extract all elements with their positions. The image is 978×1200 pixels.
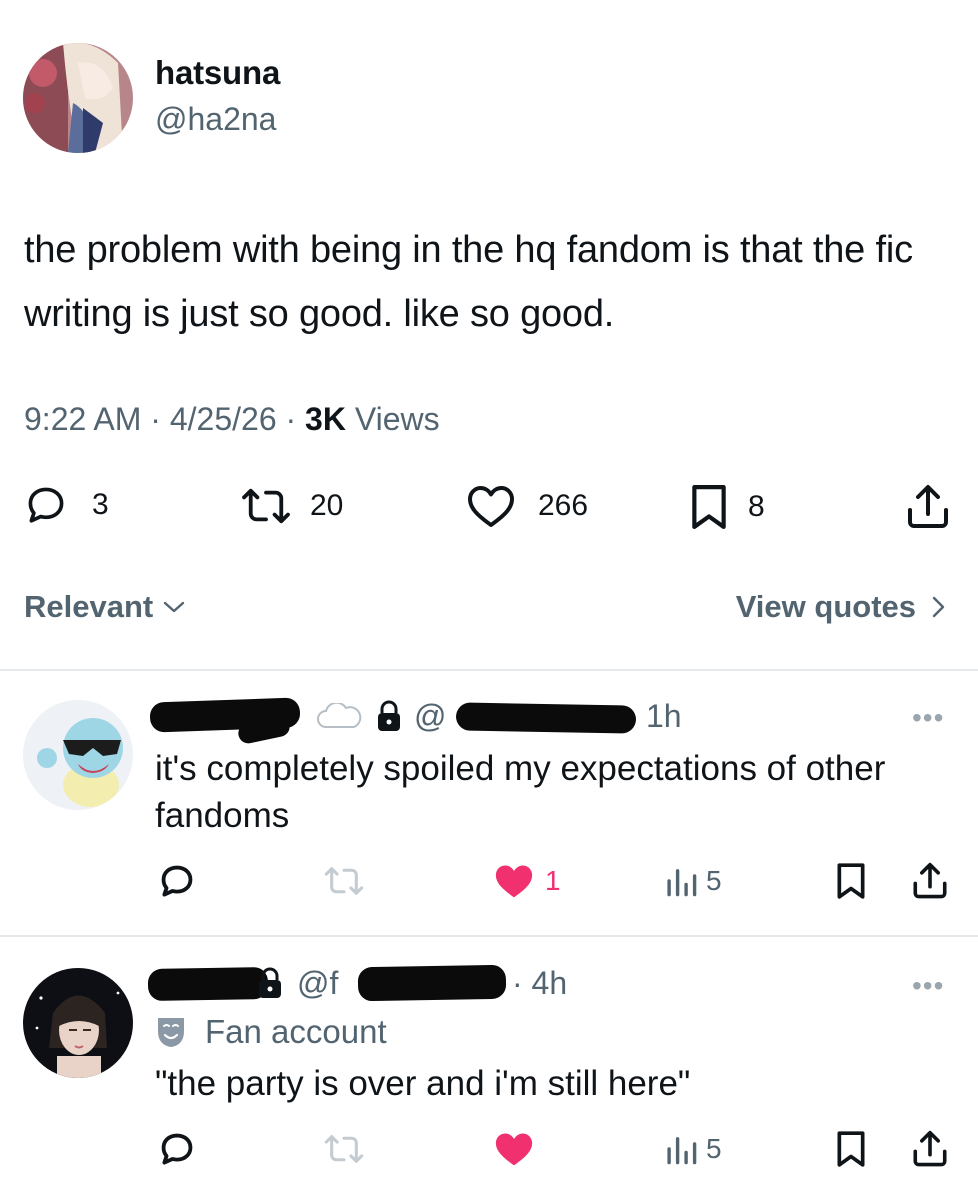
like-count: 266 xyxy=(538,489,589,522)
share-icon xyxy=(913,1130,947,1167)
redacted-handle xyxy=(455,702,637,734)
lock-icon xyxy=(256,966,284,1005)
reply-views-button[interactable]: 5 xyxy=(664,864,722,898)
reply-icon xyxy=(161,865,193,897)
heart-icon xyxy=(468,486,514,527)
view-quotes-link[interactable]: View quotes xyxy=(736,589,948,625)
bookmark-count: 8 xyxy=(748,490,765,523)
author-avatar-image xyxy=(23,43,133,153)
reply-time[interactable]: · 4h xyxy=(512,965,567,1002)
fan-account-label: Fan account xyxy=(205,1013,387,1050)
reply-avatar[interactable] xyxy=(23,968,133,1078)
post-meta: 9:22 AM · 4/25/26 · 3K Views xyxy=(24,401,440,437)
more-options-icon[interactable]: ••• xyxy=(912,702,944,734)
repost-count: 20 xyxy=(310,489,344,522)
share-icon xyxy=(913,862,947,899)
reply-text: "the party is over and i'm still here" xyxy=(155,1064,691,1103)
views-count: 3K xyxy=(305,401,346,437)
fan-account-badge: Fan account xyxy=(155,1013,387,1051)
bookmark-icon xyxy=(837,1131,865,1167)
reply-sort-label: Relevant xyxy=(24,589,154,624)
reply-icon xyxy=(161,1133,193,1165)
reply-avatar[interactable] xyxy=(23,700,133,810)
author-display-name[interactable]: hatsuna xyxy=(155,54,280,92)
redacted-display-name xyxy=(147,966,269,1002)
reply-views-button[interactable]: 5 xyxy=(664,1132,722,1166)
reply-count: 3 xyxy=(92,488,109,521)
reply-repost-button[interactable] xyxy=(324,1132,364,1171)
reply-button[interactable]: 3 xyxy=(24,483,109,527)
post-time[interactable]: 9:22 AM xyxy=(24,401,141,437)
reply-like-count: 1 xyxy=(545,865,561,896)
reply-views-count: 5 xyxy=(706,865,722,896)
reply-share-button[interactable] xyxy=(912,862,948,905)
cloud-icon xyxy=(316,701,362,736)
redacted-handle xyxy=(357,964,507,1002)
bookmark-icon xyxy=(837,863,865,899)
views-icon xyxy=(667,1137,697,1165)
chevron-right-icon xyxy=(932,596,945,618)
views-icon xyxy=(667,869,697,897)
repost-icon xyxy=(324,1135,364,1163)
theater-masks-icon xyxy=(158,1018,184,1047)
reply-icon xyxy=(28,487,64,523)
reply-sort-dropdown[interactable]: Relevant xyxy=(24,589,187,625)
heart-filled-icon xyxy=(495,1133,533,1166)
author-avatar[interactable] xyxy=(23,43,133,153)
reply-handle[interactable]: @ xyxy=(414,698,446,735)
repost-button[interactable]: 20 xyxy=(240,485,343,527)
divider xyxy=(0,669,978,671)
chevron-down-icon xyxy=(164,601,185,613)
share-button[interactable] xyxy=(906,484,950,530)
bookmark-icon xyxy=(692,485,726,529)
reply-text: it's completely spoiled my expectations … xyxy=(155,749,886,835)
repost-icon xyxy=(242,488,290,524)
reply-views-count: 5 xyxy=(706,1133,722,1164)
reply-avatar-image xyxy=(23,700,133,810)
reply-bookmark-button[interactable] xyxy=(836,862,866,905)
reply-avatar-image xyxy=(23,968,133,1078)
post-date[interactable]: 4/25/26 xyxy=(170,401,277,437)
reply-like-button[interactable]: 1 xyxy=(493,862,561,900)
author-handle[interactable]: @ha2na xyxy=(155,101,276,138)
more-options-icon[interactable]: ••• xyxy=(912,970,944,1002)
view-quotes-label: View quotes xyxy=(735,589,916,624)
reply-like-button[interactable] xyxy=(493,1130,545,1168)
like-button[interactable]: 266 xyxy=(466,484,588,528)
reply-share-button[interactable] xyxy=(912,1130,948,1173)
reply-reply-button[interactable] xyxy=(158,1130,196,1173)
reply-repost-button[interactable] xyxy=(324,864,364,903)
reply-time[interactable]: 1h xyxy=(646,698,682,735)
share-icon xyxy=(908,485,948,528)
repost-icon xyxy=(324,867,364,895)
reply-bookmark-button[interactable] xyxy=(836,1130,866,1173)
reply-handle[interactable]: @f xyxy=(297,965,338,1002)
views-label: Views xyxy=(354,401,440,437)
heart-filled-icon xyxy=(495,865,533,898)
reply-reply-button[interactable] xyxy=(158,862,196,905)
bookmark-button[interactable]: 8 xyxy=(690,484,765,530)
divider xyxy=(0,935,978,937)
post-text: the problem with being in the hq fandom … xyxy=(24,229,913,335)
lock-icon xyxy=(375,699,403,738)
